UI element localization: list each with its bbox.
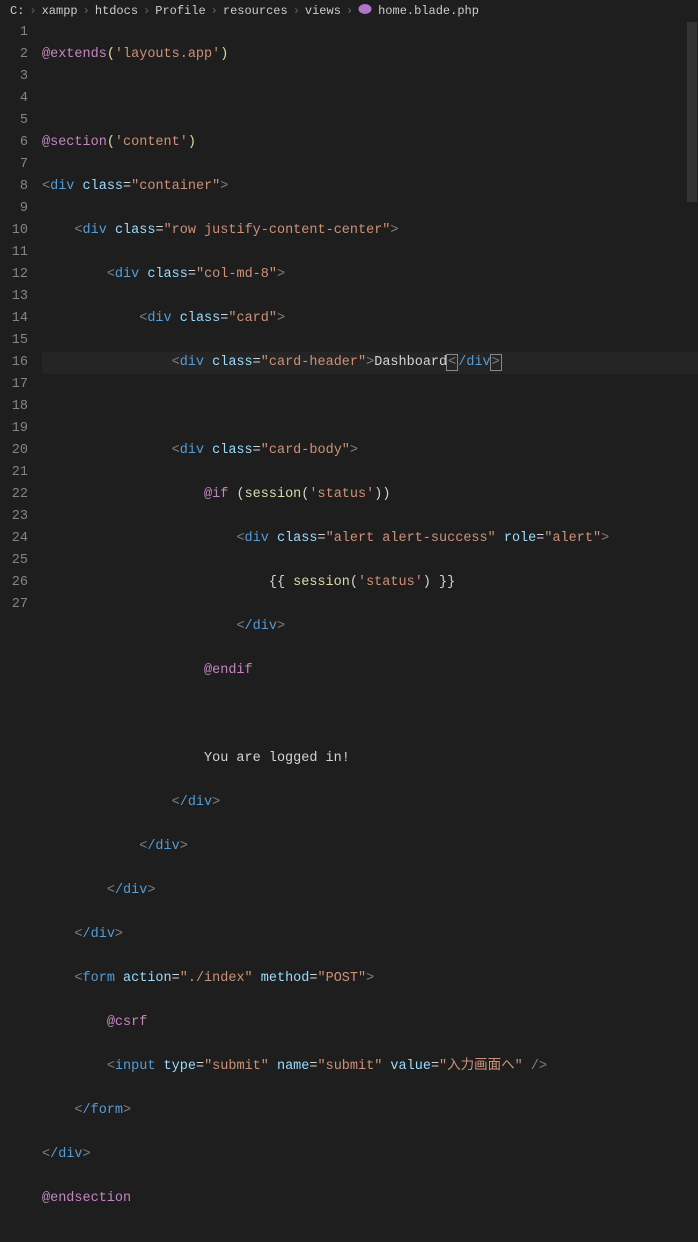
line-number: 21: [0, 462, 28, 484]
line-number: 8: [0, 176, 28, 198]
line-number: 12: [0, 264, 28, 286]
code-line[interactable]: @if (session('status')): [42, 484, 698, 506]
code-line[interactable]: <div class="card">: [42, 308, 698, 330]
code-line[interactable]: <div class="container">: [42, 176, 698, 198]
chevron-right-icon: ›: [211, 4, 218, 18]
code-line[interactable]: <div class="col-md-8">: [42, 264, 698, 286]
code-line[interactable]: @extends('layouts.app'): [42, 44, 698, 66]
code-line[interactable]: <div class="alert alert-success" role="a…: [42, 528, 698, 550]
line-number: 24: [0, 528, 28, 550]
code-line[interactable]: <input type="submit" name="submit" value…: [42, 1056, 698, 1078]
breadcrumb-item[interactable]: xampp: [42, 4, 78, 18]
chevron-right-icon: ›: [29, 4, 36, 18]
line-number: 13: [0, 286, 28, 308]
breadcrumb-file[interactable]: home.blade.php: [378, 4, 479, 18]
line-number: 6: [0, 132, 28, 154]
code-line[interactable]: <div class="row justify-content-center">: [42, 220, 698, 242]
code-line[interactable]: @endsection: [42, 1188, 698, 1210]
code-line[interactable]: </div>: [42, 1144, 698, 1166]
line-number: 2: [0, 44, 28, 66]
code-line[interactable]: @csrf: [42, 1012, 698, 1034]
line-number: 4: [0, 88, 28, 110]
line-number: 16: [0, 352, 28, 374]
code-line[interactable]: {{ session('status') }}: [42, 572, 698, 594]
line-number: 22: [0, 484, 28, 506]
breadcrumb[interactable]: C: › xampp › htdocs › Profile › resource…: [0, 0, 698, 22]
code-line[interactable]: [42, 396, 698, 418]
chevron-right-icon: ›: [346, 4, 353, 18]
line-number: 11: [0, 242, 28, 264]
chevron-right-icon: ›: [293, 4, 300, 18]
line-number-gutter: 1234567891011121314151617181920212223242…: [0, 22, 42, 1242]
line-number: 20: [0, 440, 28, 462]
cursor-position: <: [446, 354, 458, 371]
code-line[interactable]: @endif: [42, 660, 698, 682]
line-number: 23: [0, 506, 28, 528]
line-number: 10: [0, 220, 28, 242]
line-number: 17: [0, 374, 28, 396]
code-line[interactable]: [42, 704, 698, 726]
chevron-right-icon: ›: [83, 4, 90, 18]
matching-bracket: >: [490, 354, 502, 371]
line-number: 3: [0, 66, 28, 88]
code-line-active[interactable]: <div class="card-header">Dashboard</div>: [42, 352, 698, 374]
breadcrumb-item[interactable]: views: [305, 4, 341, 18]
vertical-scrollbar[interactable]: [686, 22, 698, 621]
code-line[interactable]: </div>: [42, 836, 698, 858]
php-elephant-icon: [358, 3, 372, 19]
line-number: 9: [0, 198, 28, 220]
code-line[interactable]: [42, 88, 698, 110]
chevron-right-icon: ›: [143, 4, 150, 18]
breadcrumb-item[interactable]: resources: [223, 4, 288, 18]
line-number: 7: [0, 154, 28, 176]
code-line[interactable]: </div>: [42, 792, 698, 814]
code-line[interactable]: You are logged in!: [42, 748, 698, 770]
code-content[interactable]: @extends('layouts.app') @section('conten…: [42, 22, 698, 1242]
line-number: 19: [0, 418, 28, 440]
code-line[interactable]: </div>: [42, 880, 698, 902]
line-number: 25: [0, 550, 28, 572]
line-number: 14: [0, 308, 28, 330]
scrollbar-thumb[interactable]: [687, 22, 697, 202]
code-line[interactable]: <div class="card-body">: [42, 440, 698, 462]
line-number: 1: [0, 22, 28, 44]
code-line[interactable]: </div>: [42, 616, 698, 638]
code-line[interactable]: </form>: [42, 1100, 698, 1122]
breadcrumb-item[interactable]: Profile: [155, 4, 205, 18]
line-number: 26: [0, 572, 28, 594]
code-line[interactable]: @section('content'): [42, 132, 698, 154]
code-line[interactable]: <form action="./index" method="POST">: [42, 968, 698, 990]
line-number: 18: [0, 396, 28, 418]
line-number: 27: [0, 594, 28, 616]
line-number: 15: [0, 330, 28, 352]
line-number: 5: [0, 110, 28, 132]
breadcrumb-item[interactable]: C:: [10, 4, 24, 18]
code-editor[interactable]: 1234567891011121314151617181920212223242…: [0, 22, 698, 1242]
code-line[interactable]: </div>: [42, 924, 698, 946]
breadcrumb-item[interactable]: htdocs: [95, 4, 138, 18]
